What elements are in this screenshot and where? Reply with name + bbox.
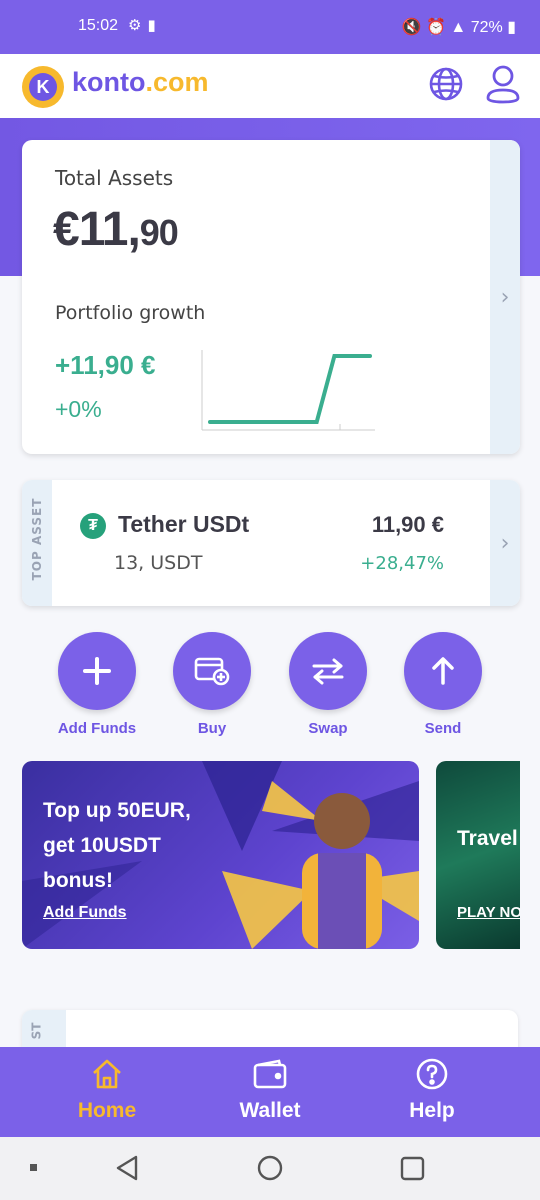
avatar: [314, 793, 370, 849]
recents-dot-icon[interactable]: [30, 1164, 37, 1171]
promo-banner-travel[interactable]: Travel PLAY NO: [436, 761, 520, 949]
chevron-right-icon[interactable]: ›: [490, 140, 520, 454]
asset-change: +28,47%: [360, 553, 444, 574]
status-time: 15:02: [78, 17, 119, 34]
add-funds-button[interactable]: Add Funds: [47, 632, 147, 737]
signal-icon: ▲: [450, 19, 467, 36]
bottom-navigation: Home Wallet Help: [0, 1047, 540, 1137]
buy-button[interactable]: Buy: [162, 632, 262, 737]
home-icon: [47, 1055, 167, 1093]
growth-value: +11,90 €: [55, 350, 156, 380]
portfolio-sparkline: [201, 350, 375, 431]
add-funds-label: Add Funds: [57, 720, 137, 737]
status-right: 🔇 ⏰ ▲ 72% ▮: [402, 17, 516, 37]
overview-icon[interactable]: [400, 1156, 425, 1181]
alarm-icon: ⏰: [426, 19, 446, 36]
swap-button[interactable]: Swap: [278, 632, 378, 737]
asset-name: Tether USDt: [118, 511, 250, 537]
card-plus-icon: [173, 632, 251, 710]
asset-amount: 13, USDT: [114, 552, 203, 574]
swap-arrows-icon: [289, 632, 367, 710]
buy-label: Buy: [197, 720, 227, 737]
arrow-up-icon: [404, 632, 482, 710]
banner-link[interactable]: Add Funds: [43, 904, 127, 922]
asset-value: 11,90 €: [371, 512, 444, 537]
top-asset-card[interactable]: TOP ASSET ₮ Tether USDt 13, USDT 11,90 €…: [22, 480, 520, 606]
swap-label: Swap: [308, 720, 348, 737]
nav-wallet-label: Wallet: [239, 1099, 301, 1122]
banner-title: Travel: [457, 827, 518, 850]
globe-icon[interactable]: [428, 66, 464, 102]
total-assets-value: €11,90: [53, 203, 179, 256]
logo-wordmark: konto.com: [72, 67, 209, 97]
nav-help[interactable]: Help: [372, 1055, 492, 1123]
back-icon[interactable]: [116, 1155, 138, 1181]
konto-logo-icon[interactable]: K: [22, 66, 64, 108]
top-asset-side-label: TOP ASSET: [30, 497, 44, 581]
help-icon: [372, 1055, 492, 1093]
status-notification-icons: ⚙▮: [128, 16, 162, 34]
nav-help-label: Help: [409, 1099, 455, 1122]
total-assets-card[interactable]: Total Assets €11,90 Portfolio growth +11…: [22, 140, 520, 454]
spark-line: [208, 354, 372, 424]
banner-title: Top up 50EUR, get 10USDT bonus!: [43, 799, 191, 892]
peek-card-side-label: ST: [29, 1022, 44, 1040]
promo-banner-topup[interactable]: Top up 50EUR, get 10USDT bonus! Add Fund…: [22, 761, 419, 949]
top-asset-side: TOP ASSET: [22, 480, 52, 606]
nav-wallet[interactable]: Wallet: [210, 1055, 330, 1123]
plus-icon: [58, 632, 136, 710]
battery-percent: 72%: [470, 19, 503, 36]
send-button[interactable]: Send: [393, 632, 493, 737]
banner-link[interactable]: PLAY NO: [457, 904, 520, 921]
battery-icon: ▮: [507, 19, 516, 36]
quick-actions: Add Funds Buy Swap Send: [0, 632, 540, 742]
status-bar: 15:02 ⚙▮ 🔇 ⏰ ▲ 72% ▮: [0, 0, 540, 54]
wallet-icon: [210, 1055, 330, 1093]
portfolio-growth-label: Portfolio growth: [55, 302, 206, 324]
mute-icon: 🔇: [401, 19, 422, 36]
chevron-right-icon[interactable]: ›: [490, 480, 520, 606]
nav-home-label: Home: [77, 1099, 137, 1122]
nav-home[interactable]: Home: [47, 1055, 167, 1123]
tether-icon: ₮: [80, 513, 106, 539]
growth-percent: +0%: [55, 396, 102, 422]
system-navigation: [0, 1137, 540, 1200]
total-assets-label: Total Assets: [55, 166, 174, 190]
app-header: K konto.com: [0, 54, 540, 118]
user-profile-icon[interactable]: [484, 64, 522, 104]
home-system-icon[interactable]: [257, 1155, 283, 1181]
send-label: Send: [424, 720, 462, 737]
